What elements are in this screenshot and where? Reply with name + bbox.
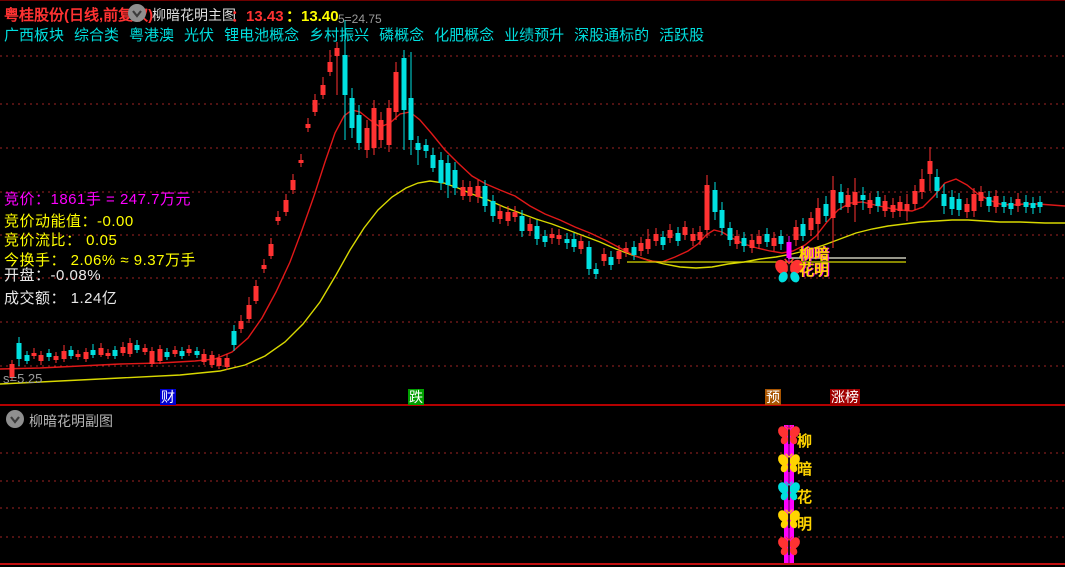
collapse-sub-panel-button[interactable]: [6, 410, 24, 428]
concept-tag[interactable]: 化肥概念: [434, 27, 494, 44]
concept-tags-row: 广西板块 综合类 粤港澳 光伏 锂电池概念 乡村振兴 磷概念 化肥概念 业绩预升 深股通标的 活跃股: [4, 24, 714, 45]
sub-signal-char: 明: [797, 516, 813, 533]
sub-signal-char: 暗: [797, 461, 813, 478]
concept-tag[interactable]: 综合类: [74, 27, 119, 44]
signal-word-2: 花明: [799, 262, 830, 279]
concept-tag[interactable]: 乡村振兴: [309, 27, 369, 44]
stat-line: 竞价：1861手 = 247.7万元: [4, 191, 192, 208]
concept-tag[interactable]: 粤港澳: [129, 27, 174, 44]
concept-tag[interactable]: 业绩预升: [504, 27, 564, 44]
sub-signal-char: 花: [797, 489, 813, 506]
concept-tag[interactable]: 广西板块: [4, 27, 64, 44]
shortcut-tab-财[interactable]: 财: [160, 389, 176, 405]
stat-line: 竞价流比： 0.05: [4, 232, 118, 249]
shortcut-tab-预[interactable]: 预: [765, 389, 781, 405]
low-price-label: s=5.25: [3, 371, 43, 386]
concept-tag[interactable]: 活跃股: [659, 27, 704, 44]
stat-line: 开盘：-0.08%: [4, 267, 102, 284]
sub-signal-char: 柳: [797, 433, 813, 450]
concept-tag[interactable]: 磷概念: [379, 27, 424, 44]
chart-canvas[interactable]: [0, 0, 1065, 567]
chevron-down-icon: [132, 10, 142, 18]
concept-tag[interactable]: 深股通标的: [574, 27, 649, 44]
chevron-down-icon: [10, 416, 20, 424]
collapse-main-panel-button[interactable]: [128, 4, 146, 22]
stat-line: 竞价动能值：-0.00: [4, 213, 134, 230]
stat-line: 成交额： 1.24亿: [4, 290, 118, 307]
trading-app-window: 粤桂股份(日线,前复权) 柳暗花明主图 ：13.43 ：13.40 广西板块 综合…: [0, 0, 1065, 567]
concept-tag[interactable]: 锂电池概念: [224, 27, 299, 44]
concept-tag[interactable]: 光伏: [184, 27, 214, 44]
shortcut-tab-涨榜[interactable]: 涨榜: [830, 389, 860, 405]
shortcut-tab-跌[interactable]: 跌: [408, 389, 424, 405]
